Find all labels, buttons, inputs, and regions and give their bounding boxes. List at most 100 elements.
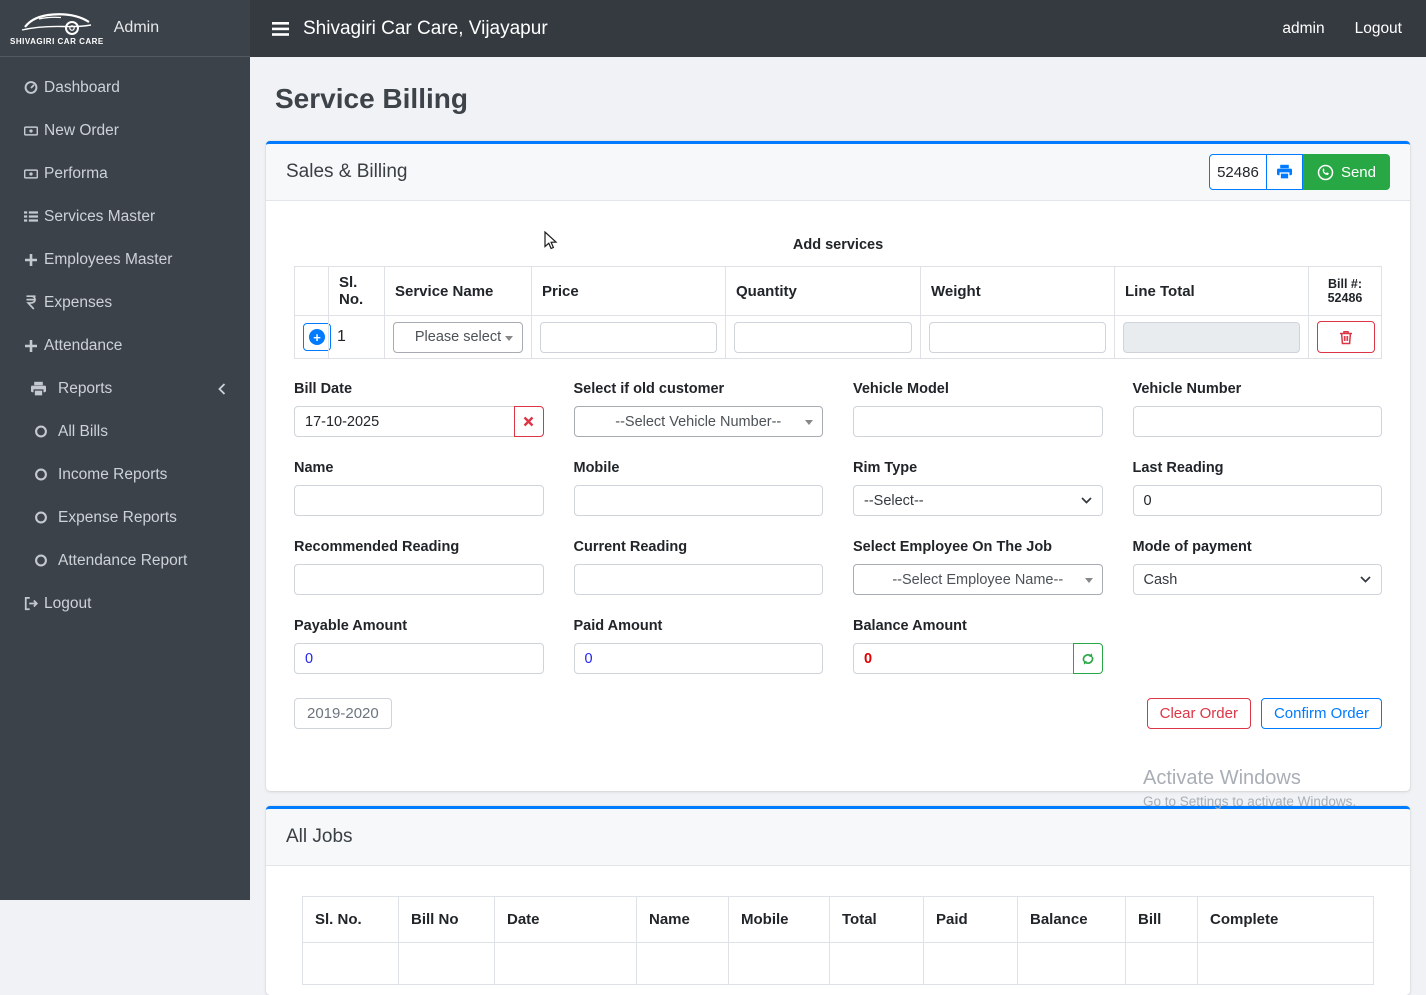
- chevron-down-icon: [1360, 576, 1371, 583]
- sidebar-item-services-master[interactable]: Services Master: [0, 195, 250, 238]
- payable-amount-label: Payable Amount: [294, 618, 408, 634]
- page-title: Service Billing: [275, 83, 468, 114]
- sidebar-item-attendance-report[interactable]: Attendance Report: [0, 539, 250, 582]
- all-jobs-card-body: Sl. No. Bill No Date Name Mobile Total P…: [266, 866, 1410, 995]
- services-col-service-name: Service Name: [384, 266, 532, 316]
- payment-mode-select[interactable]: Cash: [1132, 564, 1382, 595]
- delete-row-button[interactable]: [1317, 321, 1375, 353]
- balance-amount-label: Balance Amount: [853, 618, 967, 634]
- last-reading-field: Last Reading: [1132, 460, 1382, 516]
- brand-admin-label: Admin: [113, 19, 160, 36]
- vehicle-number-input[interactable]: [1132, 406, 1382, 437]
- sidebar-item-dashboard[interactable]: Dashboard: [0, 66, 250, 109]
- sidebar-item-reports[interactable]: Reports: [0, 367, 250, 410]
- jobs-header-row: Sl. No. Bill No Date Name Mobile Total P…: [302, 896, 1374, 943]
- vehicle-number-select-value: --Select Vehicle Number--: [615, 413, 782, 430]
- recommended-reading-label: Recommended Reading: [294, 539, 460, 555]
- financial-year-button[interactable]: 2019-2020: [294, 698, 392, 729]
- sidebar-item-expense-reports[interactable]: Expense Reports: [0, 496, 250, 539]
- quantity-input[interactable]: [734, 321, 912, 353]
- bill-number-group: Send: [1208, 154, 1390, 190]
- clear-order-button[interactable]: Clear Order: [1146, 698, 1251, 729]
- sidebar-item-logout[interactable]: Logout: [0, 582, 250, 625]
- line-total-input: [1123, 321, 1300, 353]
- sidebar-item-label: Income Reports: [58, 465, 168, 483]
- bill-date-field: Bill Date: [294, 381, 544, 437]
- sidebar-item-label: Attendance Report: [58, 551, 188, 569]
- services-header-row: Sl. No. Service Name Price Quantity Weig…: [294, 266, 1382, 316]
- recommended-reading-input[interactable]: [294, 564, 544, 595]
- payment-mode-label: Mode of payment: [1132, 539, 1252, 555]
- bill-date-input[interactable]: [294, 406, 515, 437]
- payable-amount-input[interactable]: [294, 643, 544, 674]
- paid-amount-label: Paid Amount: [573, 618, 663, 634]
- services-col-weight: Weight: [920, 266, 1115, 316]
- billing-form: Bill Date Select if old customer --Selec…: [294, 381, 1382, 674]
- payment-mode-field: Mode of payment Cash: [1132, 539, 1382, 595]
- sidebar-brand[interactable]: SHIVAGIRI CAR CARE Admin: [0, 0, 250, 57]
- sidebar-item-label: Services Master: [44, 207, 156, 225]
- confirm-order-button[interactable]: Confirm Order: [1260, 698, 1382, 729]
- navbar-user-link[interactable]: admin: [1282, 20, 1324, 38]
- sidebar-item-performa[interactable]: Performa: [0, 152, 250, 195]
- bill-number-input[interactable]: [1208, 154, 1267, 190]
- add-services-heading: Add services: [792, 237, 884, 253]
- sales-billing-card: Sales & Billing Send Add services: [266, 141, 1410, 791]
- mobile-input[interactable]: [573, 485, 823, 516]
- navbar-logout-link[interactable]: Logout: [1355, 20, 1402, 38]
- sidebar-item-label: Attendance: [44, 336, 123, 354]
- add-service-row-button[interactable]: +: [303, 323, 331, 351]
- brand-logo: SHIVAGIRI CAR CARE: [10, 11, 104, 46]
- name-input[interactable]: [294, 485, 544, 516]
- services-col-line-total: Line Total: [1114, 266, 1309, 316]
- services-col-quantity: Quantity: [725, 266, 921, 316]
- current-reading-input[interactable]: [573, 564, 823, 595]
- sidebar-item-income-reports[interactable]: Income Reports: [0, 453, 250, 496]
- all-jobs-card-header: All Jobs: [266, 809, 1410, 866]
- employee-label: Select Employee On The Job: [853, 539, 1053, 555]
- send-button[interactable]: Send: [1302, 154, 1390, 190]
- rim-type-select[interactable]: --Select--: [853, 485, 1103, 516]
- sidebar-item-new-order[interactable]: New Order: [0, 109, 250, 152]
- vehicle-model-input[interactable]: [853, 406, 1103, 437]
- services-col-add: [294, 266, 329, 316]
- sidebar-item-label: Logout: [44, 594, 92, 612]
- jobs-col-bill: Bill: [1125, 896, 1198, 943]
- jobs-col-mobile: Mobile: [728, 896, 830, 943]
- weight-input[interactable]: [929, 321, 1106, 353]
- navbar-title: Shivagiri Car Care, Vijayapur: [303, 17, 548, 39]
- jobs-col-paid: Paid: [923, 896, 1018, 943]
- sidebar-nav: Dashboard New Order Performa Services Ma…: [0, 57, 250, 900]
- sidebar-item-attendance[interactable]: Attendance: [0, 324, 250, 367]
- sidebar-item-expenses[interactable]: Expenses: [0, 281, 250, 324]
- circle-icon: [34, 467, 48, 482]
- sidebar-item-label: Reports: [58, 379, 113, 397]
- balance-amount-input[interactable]: [853, 643, 1074, 674]
- last-reading-input[interactable]: [1132, 485, 1382, 516]
- caret-down-icon: [805, 420, 813, 425]
- circle-icon: [34, 510, 48, 525]
- rim-type-field: Rim Type --Select--: [853, 460, 1103, 516]
- vehicle-number-label: Vehicle Number: [1132, 381, 1242, 397]
- sync-icon: [1081, 652, 1095, 666]
- payment-mode-select-value: Cash: [1143, 571, 1178, 588]
- services-col-bill-number: Bill #: 52486: [1308, 266, 1382, 316]
- services-col-slno: Sl. No.: [328, 266, 385, 316]
- service-name-select[interactable]: Please select: [393, 321, 523, 353]
- employee-select[interactable]: --Select Employee Name--: [853, 564, 1103, 595]
- sidebar-item-employees-master[interactable]: Employees Master: [0, 238, 250, 281]
- jobs-col-name: Name: [636, 896, 729, 943]
- rupee-icon: [24, 295, 38, 310]
- billing-actions: 2019-2020 Clear Order Confirm Order: [294, 698, 1382, 729]
- hamburger-icon[interactable]: [272, 21, 289, 36]
- sidebar-item-all-bills[interactable]: All Bills: [0, 410, 250, 453]
- mobile-field: Mobile: [573, 460, 823, 516]
- print-button[interactable]: [1265, 154, 1303, 190]
- refresh-balance-button[interactable]: [1072, 643, 1103, 674]
- paid-amount-input[interactable]: [573, 643, 823, 674]
- price-input[interactable]: [540, 321, 717, 353]
- circle-icon: [34, 424, 48, 439]
- chevron-left-icon: [218, 382, 226, 395]
- clear-date-button[interactable]: [513, 406, 544, 437]
- vehicle-number-select[interactable]: --Select Vehicle Number--: [573, 406, 823, 437]
